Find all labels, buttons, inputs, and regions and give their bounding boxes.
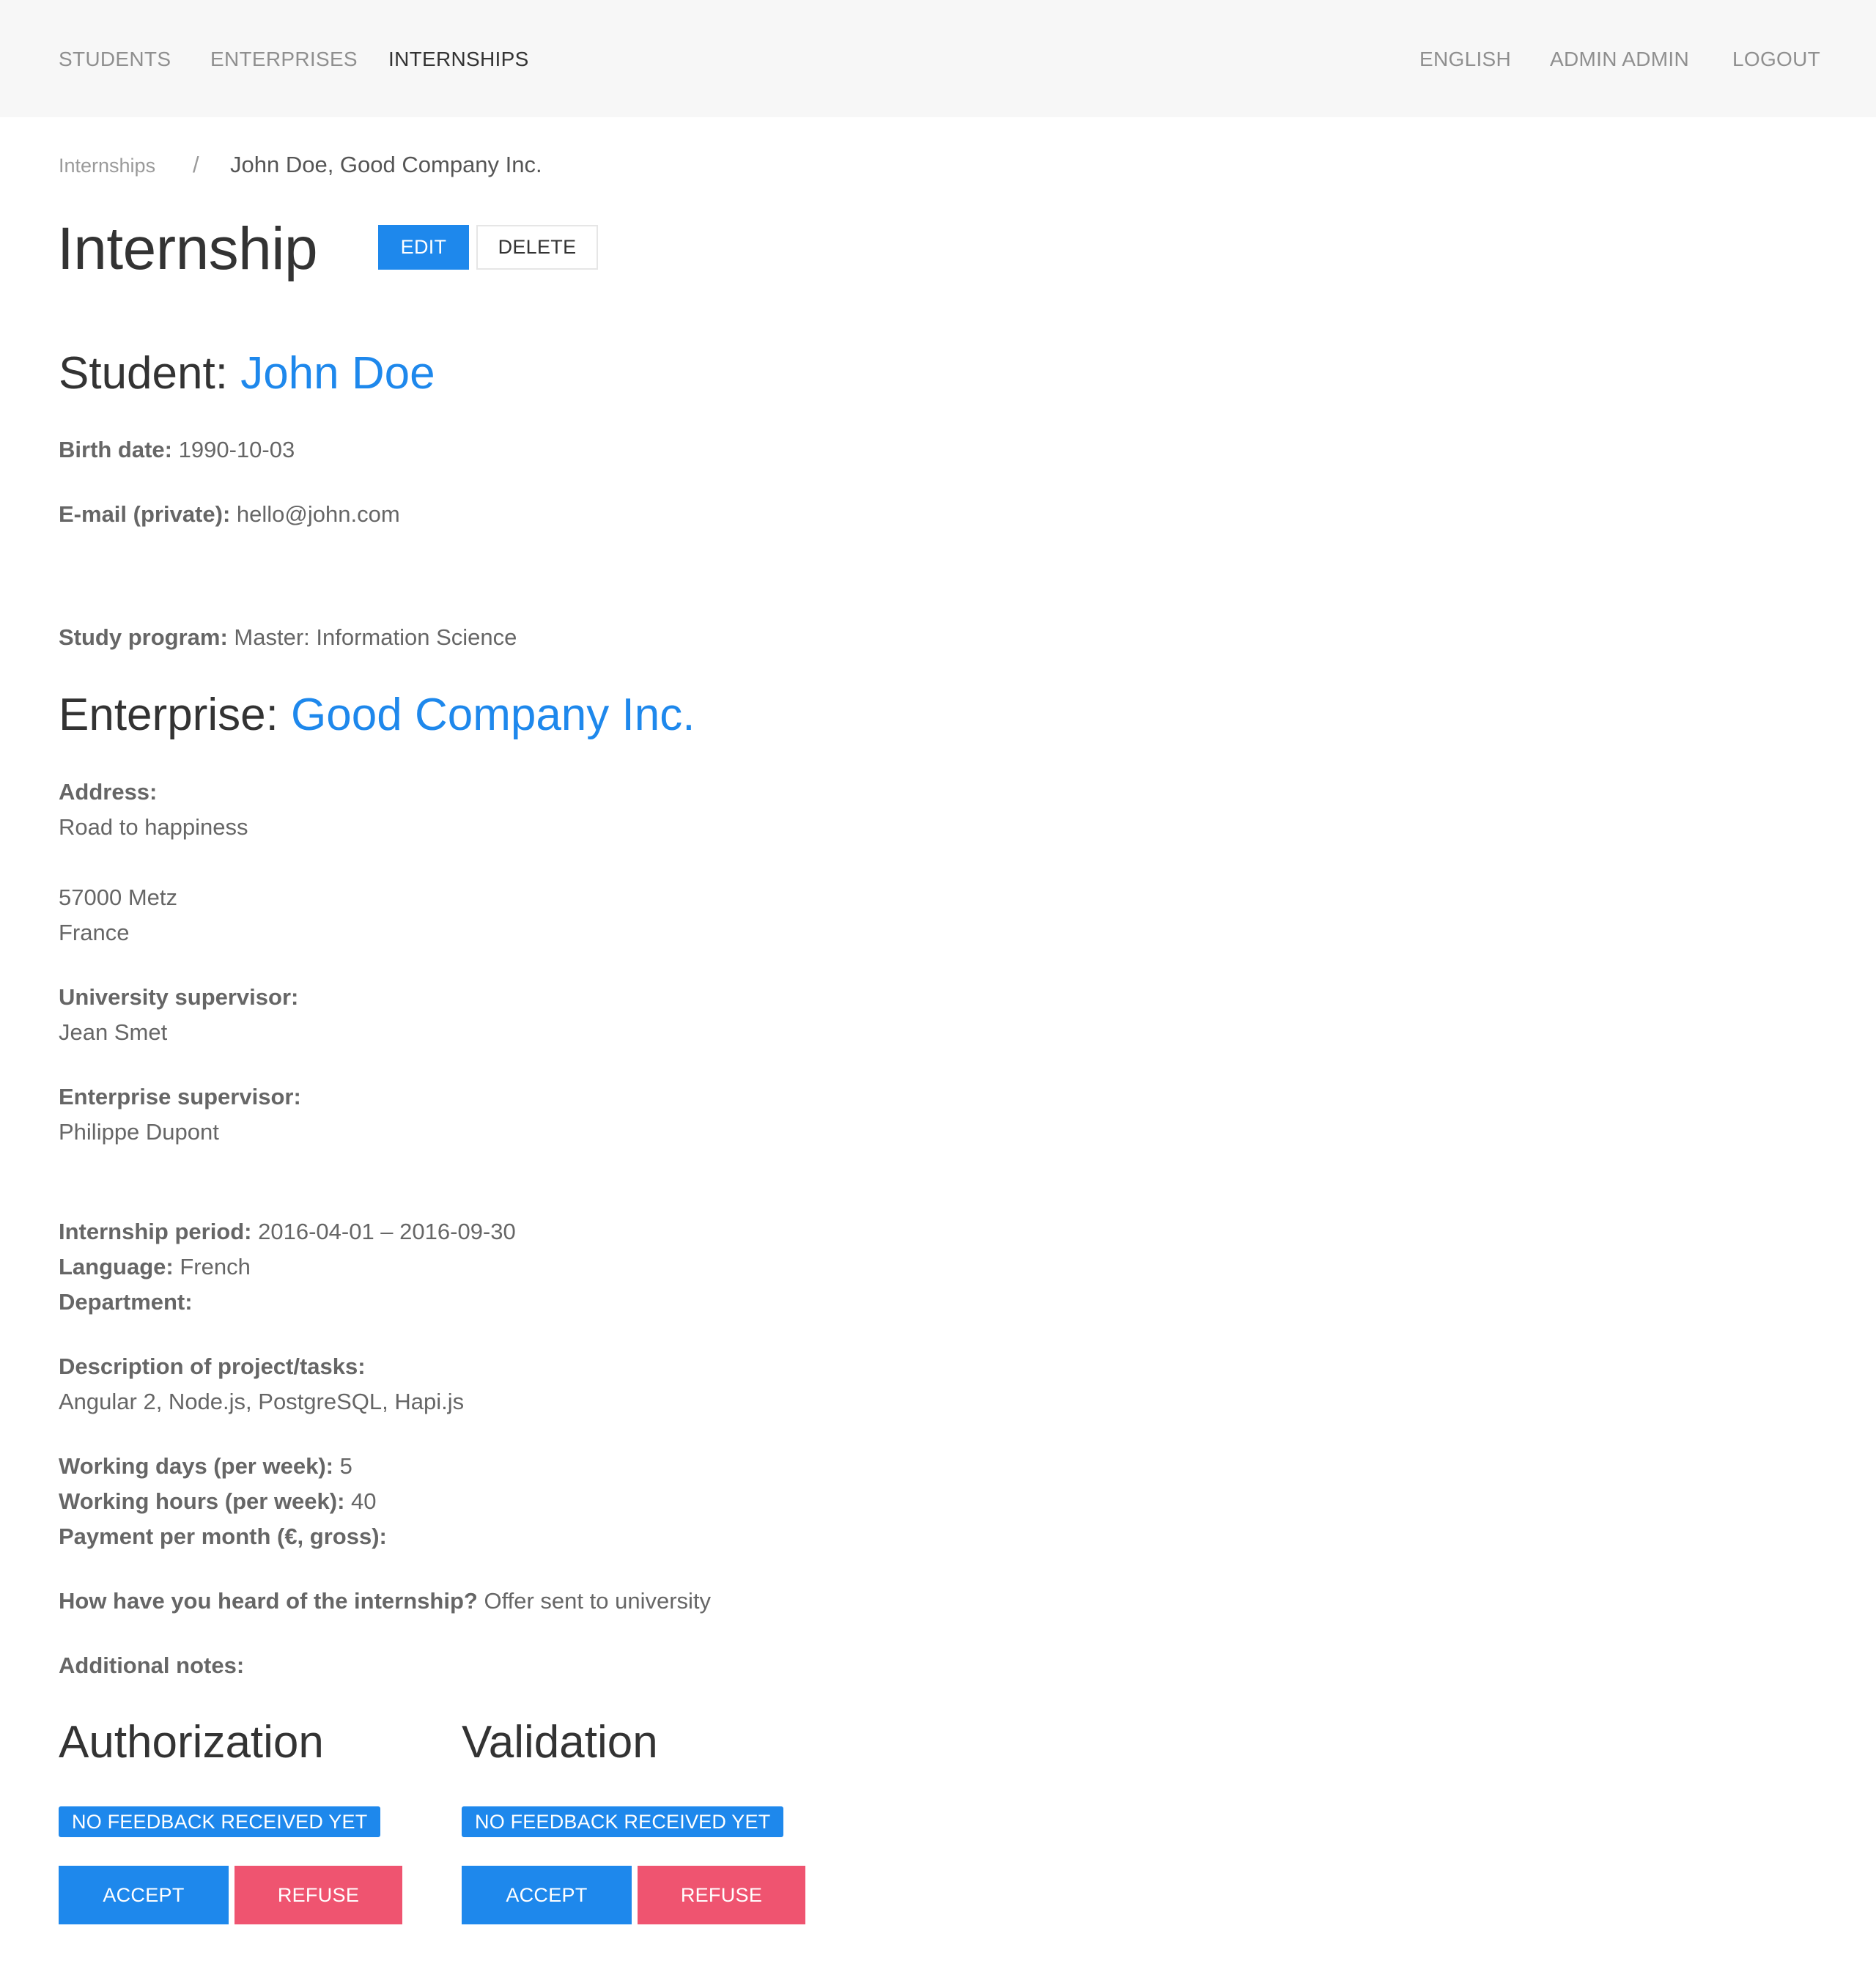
university-supervisor-label: University supervisor: (59, 980, 298, 1015)
study-program-label: Study program: (59, 624, 228, 650)
heard-field: How have you heard of the internship? Of… (59, 1584, 711, 1619)
language-field: Language: French (59, 1249, 251, 1285)
email-label: E-mail (private): (59, 501, 231, 527)
delete-button[interactable]: DELETE (476, 225, 598, 270)
address-line-3: France (59, 920, 130, 945)
student-name-link[interactable]: John Doe (240, 348, 435, 399)
university-supervisor-value: Jean Smet (59, 1019, 168, 1045)
enterprise-supervisor-value: Philippe Dupont (59, 1119, 219, 1145)
enterprise-heading-label: Enterprise: (59, 690, 278, 740)
nav-user-admin[interactable]: ADMIN ADMIN (1550, 47, 1689, 72)
notes-field: Additional notes: (59, 1648, 244, 1683)
university-supervisor-label-text: University supervisor: (59, 984, 299, 1010)
enterprise-supervisor-label-text: Enterprise supervisor: (59, 1084, 301, 1109)
payment-label: Payment per month (€, gross): (59, 1524, 387, 1549)
nav-students[interactable]: STUDENTS (59, 47, 171, 72)
internship-period-field: Internship period: 2016-04-01 – 2016-09-… (59, 1214, 516, 1249)
email-value: hello@john.com (236, 501, 400, 527)
birth-date-field: Birth date: 1990-10-03 (59, 432, 295, 468)
description-value: Angular 2, Node.js, PostgreSQL, Hapi.js (59, 1389, 465, 1414)
payment-field: Payment per month (€, gross): (59, 1519, 387, 1554)
heard-value: Offer sent to university (484, 1588, 712, 1614)
breadcrumb-current: John Doe, Good Company Inc. (230, 152, 542, 177)
student-heading: Student: John Doe (59, 346, 435, 402)
working-hours-value: 40 (351, 1488, 377, 1514)
address-label-text: Address: (59, 779, 158, 805)
working-hours-label: Working hours (per week): (59, 1488, 345, 1514)
study-program-field: Study program: Master: Information Scien… (59, 620, 517, 655)
address-line-1: Road to happiness (59, 814, 248, 840)
validation-status-badge: NO FEEDBACK RECEIVED YET (462, 1806, 784, 1837)
birth-date-value: 1990-10-03 (178, 437, 295, 462)
breadcrumb-internships-link[interactable]: Internships (59, 155, 155, 177)
notes-label: Additional notes: (59, 1652, 245, 1678)
working-days-value: 5 (339, 1453, 352, 1479)
authorization-status-badge: NO FEEDBACK RECEIVED YET (59, 1806, 381, 1837)
description-label-text: Description of project/tasks: (59, 1354, 366, 1379)
enterprise-name-link[interactable]: Good Company Inc. (291, 690, 695, 740)
department-field: Department: (59, 1285, 193, 1320)
description-label: Description of project/tasks: (59, 1349, 366, 1384)
nav-internships[interactable]: INTERNSHIPS (388, 47, 529, 72)
internship-period-value: 2016-04-01 – 2016-09-30 (258, 1219, 516, 1244)
authorization-refuse-button[interactable]: REFUSE (234, 1866, 402, 1924)
page-title: Internship (57, 215, 318, 282)
working-days-label: Working days (per week): (59, 1453, 333, 1479)
internship-period-label: Internship period: (59, 1219, 252, 1244)
department-label: Department: (59, 1289, 193, 1315)
language-label: Language: (59, 1254, 174, 1279)
authorization-accept-button[interactable]: ACCEPT (59, 1866, 229, 1924)
student-heading-label: Student: (59, 348, 228, 399)
validation-refuse-button[interactable]: REFUSE (638, 1866, 805, 1924)
working-days-field: Working days (per week): 5 (59, 1449, 352, 1484)
study-program-value: Master: Information Science (234, 624, 517, 650)
language-value: French (180, 1254, 251, 1279)
enterprise-heading: Enterprise: Good Company Inc. (59, 687, 695, 743)
working-hours-field: Working hours (per week): 40 (59, 1484, 377, 1519)
authorization-title: Authorization (59, 1717, 324, 1768)
birth-date-label: Birth date: (59, 437, 172, 462)
breadcrumb-separator: / (193, 152, 199, 177)
email-field: E-mail (private): hello@john.com (59, 497, 400, 532)
address-label: Address: (59, 775, 157, 810)
nav-logout[interactable]: LOGOUT (1732, 47, 1820, 72)
navbar: STUDENTS ENTERPRISES INTERNSHIPS ENGLISH… (0, 0, 1876, 117)
validation-accept-button[interactable]: ACCEPT (462, 1866, 632, 1924)
validation-title: Validation (462, 1717, 658, 1768)
nav-language-english[interactable]: ENGLISH (1419, 47, 1511, 72)
heard-label: How have you heard of the internship? (59, 1588, 478, 1614)
edit-button[interactable]: EDIT (378, 225, 469, 270)
enterprise-supervisor-label: Enterprise supervisor: (59, 1079, 301, 1115)
nav-enterprises[interactable]: ENTERPRISES (210, 47, 358, 72)
address-line-2: 57000 Metz (59, 885, 177, 910)
